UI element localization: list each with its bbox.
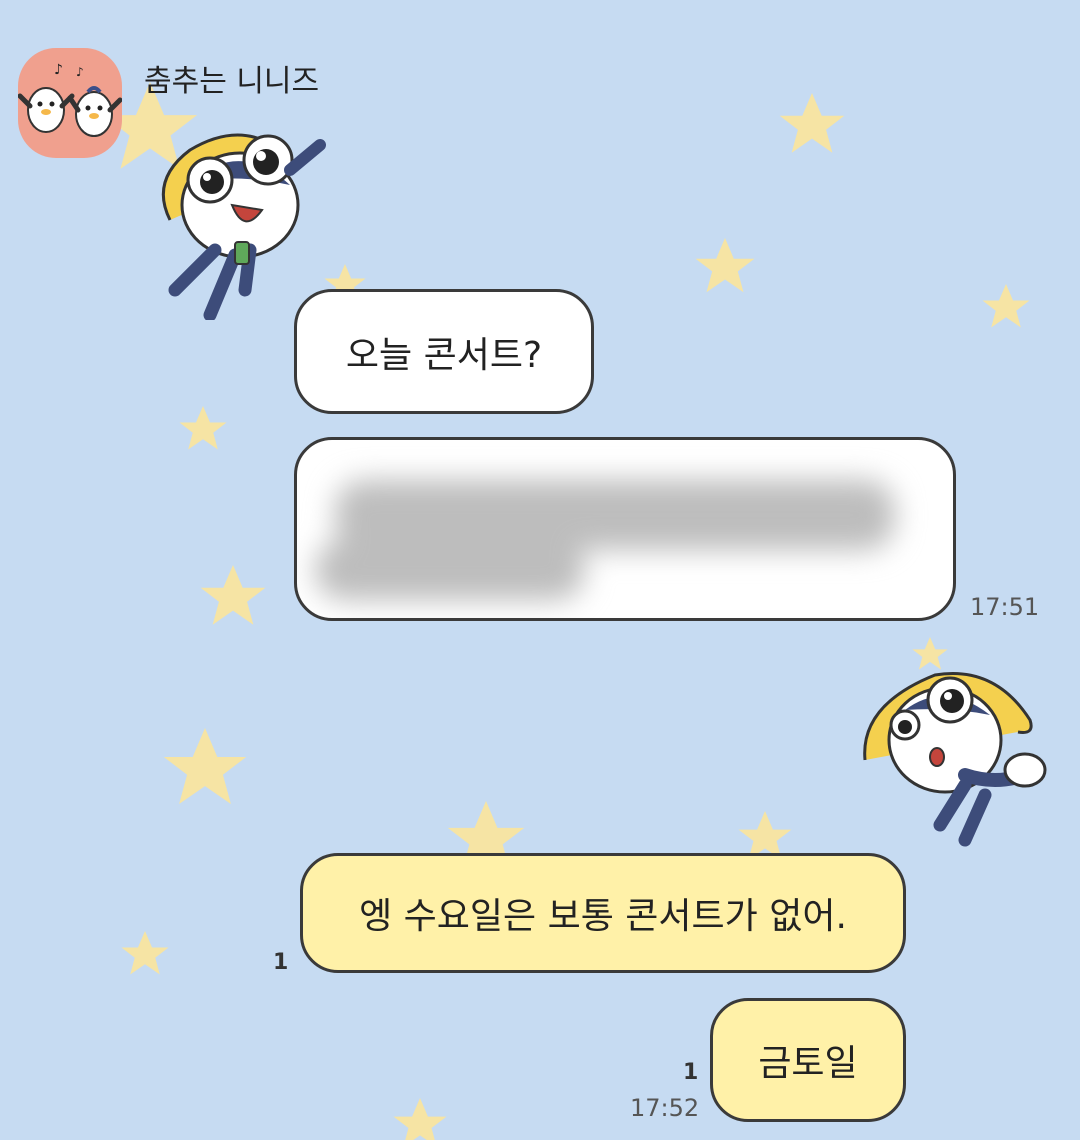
- dancing-penguins-icon: ♪ ♪: [18, 62, 122, 137]
- message-time: 17:52: [630, 1094, 700, 1122]
- message-bubble-incoming-blurred[interactable]: [294, 437, 956, 621]
- message-text: 엥 수요일은 보통 콘서트가 없어.: [359, 896, 847, 937]
- outgoing-sticker[interactable]: [855, 655, 1055, 859]
- unread-count: 1: [273, 950, 289, 975]
- blurred-content: [315, 460, 915, 600]
- message-text: 오늘 콘서트?: [345, 334, 543, 376]
- message-text: 금토일: [758, 1043, 858, 1084]
- message-time: 17:51: [970, 593, 1040, 621]
- keroro-sticker-icon: [863, 672, 1047, 847]
- svg-text:♪: ♪: [54, 62, 63, 78]
- unread-count: 1: [683, 1060, 699, 1085]
- incoming-sticker[interactable]: [140, 110, 340, 324]
- message-bubble-incoming[interactable]: 오늘 콘서트?: [294, 289, 594, 414]
- partner-avatar[interactable]: ♪ ♪: [18, 48, 122, 158]
- svg-text:♪: ♪: [76, 65, 84, 79]
- message-bubble-outgoing[interactable]: 엥 수요일은 보통 콘서트가 없어.: [300, 853, 906, 973]
- sender-name: 춤추는 니니즈: [144, 64, 320, 99]
- message-bubble-outgoing[interactable]: 금토일: [710, 998, 906, 1122]
- keroro-sticker-icon: [161, 133, 326, 322]
